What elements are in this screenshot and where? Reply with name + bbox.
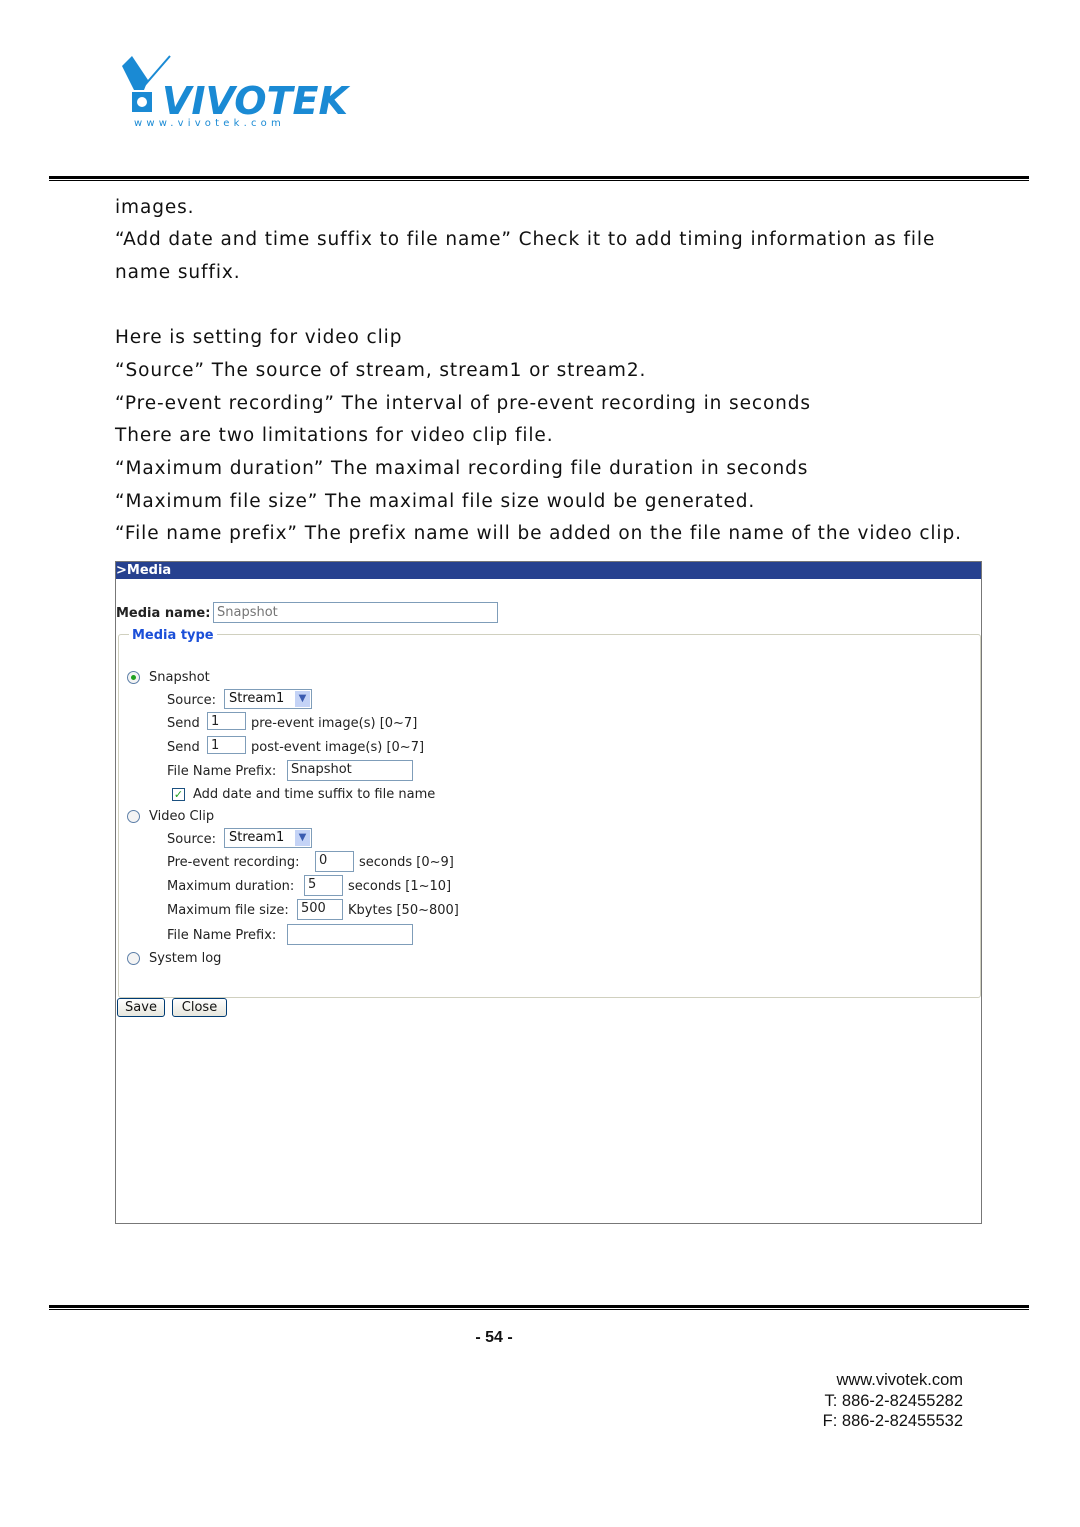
video-source-select[interactable]: Stream1 ▼	[224, 828, 312, 848]
prefix-label: File Name Prefix:	[167, 928, 277, 943]
body-line: images.	[115, 197, 195, 218]
body-line: “File name prefix” The prefix name will …	[115, 523, 962, 544]
send-label: Send	[167, 716, 200, 731]
body-line: “Maximum file size” The maximal file siz…	[115, 491, 756, 512]
body-line: “Pre-event recording” The interval of pr…	[115, 393, 811, 414]
max-duration-hint: seconds [1~10]	[348, 879, 452, 894]
svg-text:www.vivotek.com: www.vivotek.com	[134, 118, 285, 129]
header-divider	[49, 176, 1029, 181]
suffix-checkbox[interactable]: ✓	[172, 788, 185, 801]
snapshot-source-select[interactable]: Stream1 ▼	[224, 689, 312, 709]
chevron-down-icon: ▼	[295, 691, 310, 707]
system-log-radio[interactable]	[127, 952, 140, 965]
max-file-size-label: Maximum file size:	[167, 903, 289, 918]
media-panel: >Media Media name: Media type Snapshot S…	[115, 561, 982, 1224]
vivotek-logo: VIVOTEK www.vivotek.com	[118, 52, 354, 130]
video-clip-radio[interactable]	[127, 810, 140, 823]
footer-phone: T: 886-2-82455282	[824, 1392, 963, 1410]
max-file-size-hint: Kbytes [50~800]	[348, 903, 459, 918]
media-name-input[interactable]	[213, 602, 498, 623]
manual-page: VIVOTEK www.vivotek.com images. “Add dat…	[0, 0, 1080, 1527]
footer-fax: F: 886-2-82455532	[822, 1412, 963, 1430]
panel-title: >Media	[116, 562, 981, 579]
body-line: “Add date and time suffix to file name” …	[115, 229, 936, 250]
suffix-label: Add date and time suffix to file name	[193, 787, 436, 802]
snapshot-radio[interactable]	[127, 671, 140, 684]
select-value: Stream1	[229, 830, 285, 845]
page-number: - 54 -	[475, 1329, 513, 1346]
footer-website: www.vivotek.com	[836, 1371, 963, 1389]
video-prefix-input[interactable]	[287, 924, 413, 945]
pre-event-hint: pre-event image(s) [0~7]	[251, 716, 418, 731]
body-line: “Source” The source of stream, stream1 o…	[115, 360, 647, 381]
post-event-hint: post-event image(s) [0~7]	[251, 740, 425, 755]
chevron-down-icon: ▼	[295, 830, 310, 846]
save-button[interactable]: Save	[117, 998, 165, 1017]
snapshot-label: Snapshot	[149, 670, 210, 685]
body-line: “Maximum duration” The maximal recording…	[115, 458, 809, 479]
snapshot-prefix-input[interactable]: Snapshot	[287, 760, 413, 781]
body-line: name suffix.	[115, 262, 241, 283]
system-log-label: System log	[149, 951, 222, 966]
body-line: There are two limitations for video clip…	[115, 425, 554, 446]
footer-divider	[49, 1305, 1029, 1310]
pre-event-recording-label: Pre-event recording:	[167, 855, 300, 870]
send-label: Send	[167, 740, 200, 755]
source-label: Source:	[167, 693, 217, 708]
media-type-legend: Media type	[129, 628, 217, 643]
max-duration-input[interactable]: 5	[304, 875, 343, 896]
post-event-images-input[interactable]: 1	[207, 736, 246, 754]
media-name-label: Media name:	[116, 606, 211, 621]
video-clip-label: Video Clip	[149, 809, 215, 824]
select-value: Stream1	[229, 691, 285, 706]
body-line: Here is setting for video clip	[115, 327, 403, 348]
close-button[interactable]: Close	[172, 998, 227, 1017]
svg-text:VIVOTEK: VIVOTEK	[162, 79, 350, 123]
prefix-label: File Name Prefix:	[167, 764, 277, 779]
pre-event-recording-hint: seconds [0~9]	[359, 855, 454, 870]
pre-event-recording-input[interactable]: 0	[315, 851, 354, 872]
max-file-size-input[interactable]: 500	[297, 899, 343, 920]
max-duration-label: Maximum duration:	[167, 879, 295, 894]
source-label: Source:	[167, 832, 217, 847]
pre-event-images-input[interactable]: 1	[207, 712, 246, 730]
